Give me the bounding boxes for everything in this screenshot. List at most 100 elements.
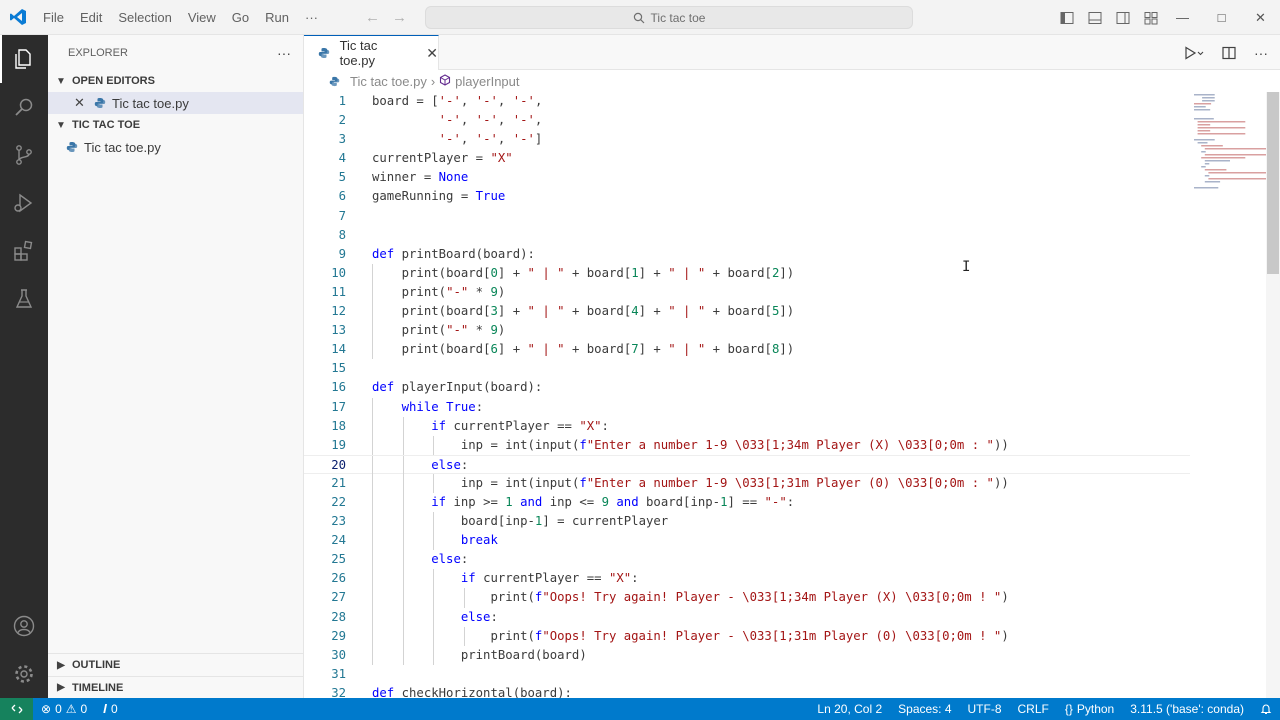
cursor-position[interactable]: Ln 20, Col 2 [809, 698, 890, 720]
run-python-file-icon[interactable] [1184, 45, 1204, 60]
code-line[interactable]: 20 else: [304, 454, 1190, 475]
minimap[interactable] [1190, 92, 1272, 202]
menu-go[interactable]: Go [224, 0, 257, 35]
tab-tic-tac-toe[interactable]: Tic tac toe.py ✕ [304, 35, 439, 70]
remote-indicator-icon[interactable] [0, 698, 33, 720]
code-line[interactable]: 31 [304, 665, 1190, 684]
code-token: : [631, 571, 639, 586]
minimize-icon[interactable]: — [1163, 0, 1202, 35]
timeline-section[interactable]: ▶ TIMELINE [48, 676, 304, 698]
customize-layout-icon[interactable] [1144, 11, 1158, 25]
code-line[interactable]: 22 if inp >= 1 and inp <= 9 and board[in… [304, 492, 1190, 513]
open-editors-section[interactable]: ▼ OPEN EDITORS [48, 70, 303, 92]
python-interpreter[interactable]: 3.11.5 ('base': conda) [1122, 698, 1252, 720]
toggle-secondary-sidebar-icon[interactable] [1116, 11, 1130, 25]
code-line[interactable]: 25 else: [304, 550, 1190, 570]
menu-file[interactable]: File [35, 0, 72, 35]
code-line[interactable]: 15 [304, 359, 1190, 378]
menu-more[interactable]: ··· [297, 0, 326, 35]
open-editor-item[interactable]: ✕ Tic tac toe.py [48, 92, 303, 114]
language-mode[interactable]: {} Python [1057, 698, 1122, 720]
editor-more-icon[interactable]: ··· [1254, 45, 1268, 61]
indentation[interactable]: Spaces: 4 [890, 698, 959, 720]
code-line[interactable]: 24 break [304, 531, 1190, 551]
source-control-icon[interactable] [0, 131, 48, 179]
file-tree-item[interactable]: Tic tac toe.py [48, 136, 303, 158]
code-line[interactable]: 13 print("-" * 9) [304, 321, 1190, 341]
code-editor[interactable]: 1 board = ['-', '-', '-', 2 '-', '-', '-',… [304, 92, 1190, 703]
code-token: ) [1001, 628, 1009, 643]
command-center-search[interactable]: Tic tac toe [425, 6, 913, 29]
indent-guide [402, 569, 404, 589]
search-view-icon[interactable] [0, 83, 48, 131]
indent-guide [372, 531, 373, 551]
split-editor-icon[interactable] [1222, 46, 1236, 60]
code-line[interactable]: 28 else: [304, 607, 1190, 627]
accounts-icon[interactable] [0, 602, 48, 650]
close-editor-icon[interactable]: ✕ [74, 95, 92, 111]
maximize-icon[interactable]: □ [1202, 0, 1241, 35]
code-line[interactable]: 5 winner = None [304, 168, 1190, 187]
code-line[interactable]: 21 inp = int(input(f"Enter a number 1-9 … [304, 473, 1190, 493]
close-window-icon[interactable]: ✕ [1241, 0, 1280, 35]
chevron-down-icon: ▼ [56, 75, 66, 87]
code-token: <= [571, 494, 602, 509]
code-line[interactable]: 19 inp = int(input(f"Enter a number 1-9 … [304, 435, 1190, 455]
minimap-line [1197, 121, 1246, 123]
explorer-sidebar: EXPLORER ··· ▼ OPEN EDITORS ✕ Tic tac to… [48, 35, 304, 698]
sidebar-more-icon[interactable]: ··· [277, 45, 291, 61]
outline-section[interactable]: ▶ OUTLINE [48, 654, 304, 676]
code-token: True [475, 189, 506, 204]
forward-arrow-icon[interactable]: → [392, 9, 407, 26]
code-line[interactable]: 12 print(board[3] + " | " + board[4] + "… [304, 302, 1190, 322]
code-line[interactable]: 14 print(board[6] + " | " + board[7] + "… [304, 340, 1190, 360]
breadcrumb-symbol[interactable]: playerInput [455, 74, 519, 89]
breadcrumb-file[interactable]: Tic tac toe.py [350, 74, 427, 89]
menu-view[interactable]: View [180, 0, 224, 35]
code-line[interactable]: 6 gameRunning = True [304, 187, 1190, 206]
menu-run[interactable]: Run [257, 0, 297, 35]
code-line[interactable]: 16 def playerInput(board): [304, 378, 1190, 397]
code-line[interactable]: 27 print(f"Oops! Try again! Player - \03… [304, 588, 1190, 608]
code-line[interactable]: 9 def printBoard(board): [304, 245, 1190, 264]
manage-gear-icon[interactable] [0, 650, 48, 698]
problems-indicator[interactable]: ⊗ 0 ⚠ 0 [33, 698, 95, 720]
ports-indicator[interactable]: 𝜤 0 [95, 698, 125, 720]
code-line[interactable]: 23 board[inp-1] = currentPlayer [304, 512, 1190, 532]
notifications-bell-icon[interactable] [1252, 698, 1280, 720]
code-line[interactable]: 7 [304, 207, 1190, 226]
testing-flask-icon[interactable] [0, 275, 48, 323]
indent-guide [433, 626, 435, 646]
back-arrow-icon[interactable]: ← [365, 9, 380, 26]
extensions-icon[interactable] [0, 227, 48, 275]
indent-guide [372, 569, 373, 589]
code-line[interactable]: 18 if currentPlayer == "X": [304, 416, 1190, 436]
end-of-line[interactable]: CRLF [1010, 698, 1057, 720]
code-token: inp [549, 494, 572, 509]
vertical-scrollbar[interactable] [1266, 92, 1280, 698]
run-debug-icon[interactable] [0, 179, 48, 227]
close-tab-icon[interactable]: ✕ [426, 45, 438, 62]
scrollbar-thumb[interactable] [1267, 92, 1279, 274]
indent-guide [433, 473, 435, 493]
toggle-primary-sidebar-icon[interactable] [1060, 11, 1074, 25]
toggle-panel-icon[interactable] [1088, 11, 1102, 25]
code-line[interactable]: 1 board = ['-', '-', '-', [304, 92, 1190, 111]
code-line[interactable]: 10 print(board[0] + " | " + board[1] + "… [304, 263, 1190, 283]
code-line[interactable]: 4 currentPlayer = "X" [304, 149, 1190, 168]
folder-section[interactable]: ▼ TIC TAC TOE [48, 114, 303, 136]
line-number: 7 [338, 208, 346, 223]
code-line[interactable]: 29 print(f"Oops! Try again! Player - \03… [304, 626, 1190, 646]
code-line[interactable]: 26 if currentPlayer == "X": [304, 569, 1190, 589]
code-line[interactable]: 8 [304, 226, 1190, 245]
menu-edit[interactable]: Edit [72, 0, 110, 35]
code-line[interactable]: 17 while True: [304, 397, 1190, 417]
code-line[interactable]: 30 printBoard(board) [304, 645, 1190, 665]
file-encoding[interactable]: UTF-8 [960, 698, 1010, 720]
code-token: )) [993, 437, 1009, 452]
code-line[interactable]: 11 print("-" * 9) [304, 282, 1190, 303]
menu-selection[interactable]: Selection [110, 0, 179, 35]
code-line[interactable]: 3 '-', '-', '-'] [304, 130, 1190, 149]
explorer-icon[interactable] [0, 35, 48, 83]
code-line[interactable]: 2 '-', '-', '-', [304, 111, 1190, 130]
